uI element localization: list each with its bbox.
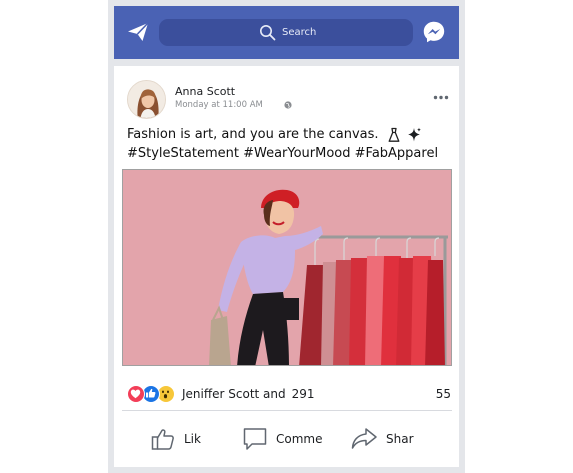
thumbs-up-icon [151, 429, 174, 450]
post-actions: Lik Comme Shar [114, 421, 459, 457]
divider [122, 410, 452, 411]
post-text: Fashion is art, and you are the canvas. … [127, 125, 452, 163]
share-arrow-icon [351, 428, 377, 449]
post-hashtags[interactable]: #StyleStatement #WearYourMood #FabAppare… [127, 144, 452, 163]
messenger-icon[interactable] [422, 20, 446, 44]
comment-button[interactable]: Comme [242, 421, 322, 457]
like-label: Lik [184, 432, 201, 446]
post-text-line-1: Fashion is art, and you are the canvas. [127, 125, 452, 144]
phone-frame: Search Anna Scott Monday at 11:00 AM Fas… [108, 0, 465, 473]
search-placeholder: Search [282, 27, 317, 38]
dress-icon [388, 127, 399, 142]
love-reaction-icon [127, 385, 145, 403]
comment-count[interactable]: 55 [436, 387, 451, 401]
comment-label: Comme [276, 432, 323, 446]
avatar-photo [128, 81, 165, 118]
search-bar[interactable]: Search [159, 19, 413, 46]
avatar[interactable] [127, 80, 166, 119]
post-author-name[interactable]: Anna Scott [175, 85, 235, 98]
post-timestamp[interactable]: Monday at 11:00 AM [175, 100, 263, 110]
reaction-count: 291 [291, 387, 315, 401]
comment-icon [243, 428, 267, 450]
woman-in-red-beret-with-clothing-rack-photo [123, 170, 451, 365]
share-button[interactable]: Shar [350, 421, 414, 457]
reactor-names: Jeniffer Scott and [182, 387, 286, 401]
post-caption: Fashion is art, and you are the canvas. [127, 127, 379, 142]
share-label: Shar [386, 432, 414, 446]
search-icon [260, 25, 276, 41]
globe-icon [284, 101, 292, 109]
sparkles-icon [407, 127, 421, 141]
top-navigation-bar: Search [114, 6, 459, 59]
post-card: Anna Scott Monday at 11:00 AM Fashion is… [114, 66, 459, 467]
post-meta: Monday at 11:00 AM [175, 100, 292, 110]
more-options-icon[interactable] [433, 95, 449, 100]
reaction-summary[interactable]: Jeniffer Scott and 291 [127, 384, 315, 404]
like-button[interactable]: Lik [150, 421, 201, 457]
paper-plane-icon[interactable] [125, 19, 151, 45]
post-photo[interactable] [122, 169, 452, 366]
